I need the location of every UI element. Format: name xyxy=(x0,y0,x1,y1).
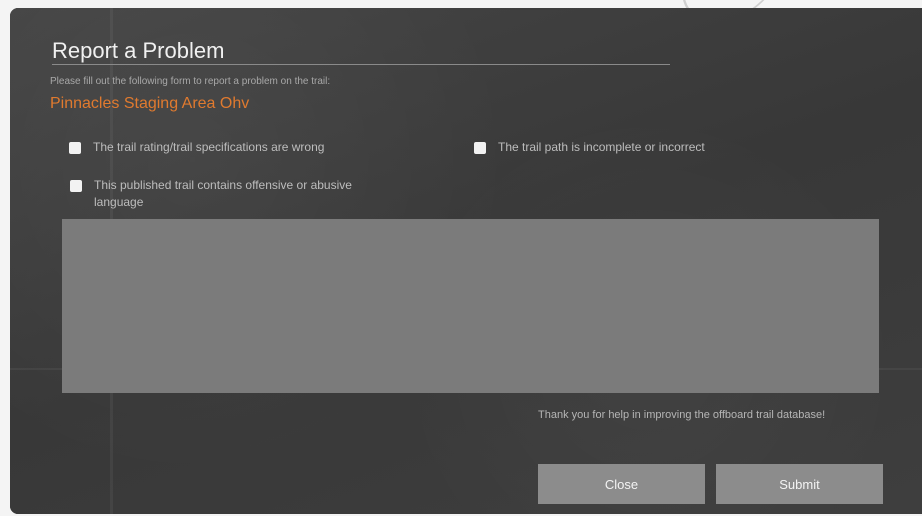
title-divider xyxy=(52,64,670,65)
option-label: The trail rating/trail specifications ar… xyxy=(93,140,325,154)
option-offensive-language[interactable]: This published trail contains offensive … xyxy=(70,177,400,211)
screen: Report a Problem Please fill out the fol… xyxy=(0,0,922,516)
report-problem-dialog: Report a Problem Please fill out the fol… xyxy=(10,8,922,514)
comment-textarea[interactable] xyxy=(62,219,879,393)
checkbox[interactable] xyxy=(70,180,82,192)
dialog-content: Report a Problem Please fill out the fol… xyxy=(10,8,922,514)
thanks-message: Thank you for help in improving the offb… xyxy=(538,409,826,421)
option-path-incorrect[interactable]: The trail path is incomplete or incorrec… xyxy=(474,139,705,156)
dialog-subtitle: Please fill out the following form to re… xyxy=(50,76,331,87)
trail-name: Pinnacles Staging Area Ohv xyxy=(50,95,250,112)
dialog-title: Report a Problem xyxy=(52,38,225,63)
option-label: The trail path is incomplete or incorrec… xyxy=(498,140,705,154)
option-label: This published trail contains offensive … xyxy=(94,178,352,209)
submit-button[interactable]: Submit xyxy=(716,464,883,504)
option-rating-wrong[interactable]: The trail rating/trail specifications ar… xyxy=(69,139,324,156)
checkbox[interactable] xyxy=(474,142,486,154)
checkbox[interactable] xyxy=(69,142,81,154)
close-button[interactable]: Close xyxy=(538,464,705,504)
